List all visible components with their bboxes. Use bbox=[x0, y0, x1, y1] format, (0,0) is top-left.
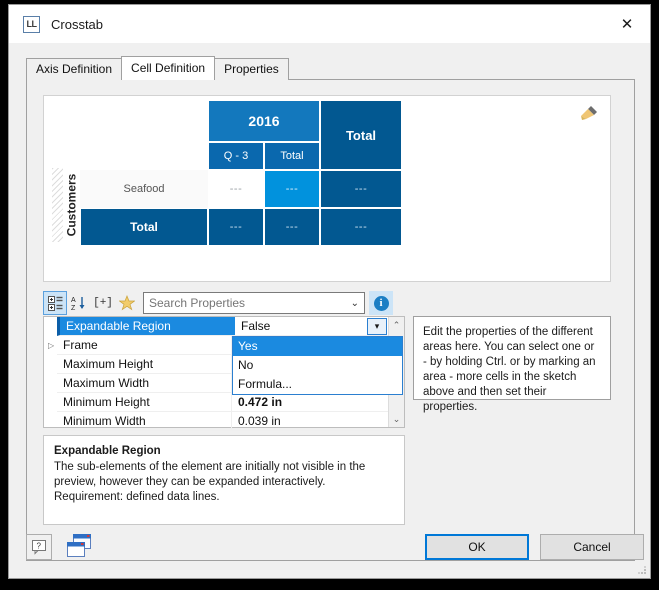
property-name: Frame bbox=[57, 336, 232, 354]
chevron-down-icon[interactable]: ⌄ bbox=[351, 298, 359, 309]
paintbrush-icon[interactable] bbox=[578, 103, 600, 123]
dropdown-option-formula[interactable]: Formula... bbox=[233, 375, 402, 394]
close-icon[interactable]: ✕ bbox=[604, 5, 650, 43]
value-dropdown-list[interactable]: Yes No Formula... bbox=[232, 336, 403, 395]
description-body: The sub-elements of the element are init… bbox=[54, 461, 366, 503]
property-value[interactable]: 0.039 in bbox=[232, 412, 388, 430]
corner-spacer-3 bbox=[52, 142, 80, 170]
star-icon[interactable] bbox=[115, 291, 139, 315]
crosstab-cell-seafood-grandtotal[interactable]: --- bbox=[320, 170, 402, 208]
crosstab-cell-total-grandtotal[interactable]: --- bbox=[320, 208, 402, 246]
crosstab-header-row-2: Q - 3 Total bbox=[52, 142, 402, 170]
corner-spacer-4 bbox=[80, 142, 208, 170]
combo-dropdown-button[interactable]: ▾ bbox=[367, 318, 387, 335]
help-panel: Edit the properties of the different are… bbox=[413, 316, 611, 413]
ok-button[interactable]: OK bbox=[425, 534, 529, 560]
property-row-expandable-region[interactable]: Expandable Region False ▾ bbox=[57, 317, 388, 336]
crosstab-table: 2016 Total Q - 3 Total Seafood --- --- -… bbox=[52, 100, 402, 246]
cancel-button[interactable]: Cancel bbox=[540, 534, 644, 560]
property-row-minimum-height[interactable]: Minimum Height 0.472 in bbox=[57, 393, 388, 412]
crosstab-header-year[interactable]: 2016 bbox=[208, 100, 320, 142]
spacer-under-total bbox=[320, 142, 402, 170]
property-toolbar: A Z [+] ⌄ bbox=[43, 291, 405, 315]
property-name: Expandable Region bbox=[60, 317, 235, 335]
corner-spacer bbox=[52, 100, 80, 142]
chevron-right-icon[interactable]: ▷ bbox=[48, 341, 54, 350]
property-name: Minimum Height bbox=[57, 393, 232, 411]
tab-page-cell-definition: Customers 2016 Total Q - 3 Total Seafood… bbox=[26, 79, 635, 561]
expand-all-button[interactable]: [+] bbox=[91, 291, 115, 315]
crosstab-subheader-q3[interactable]: Q - 3 bbox=[208, 142, 264, 170]
property-value[interactable]: 0.472 in bbox=[232, 393, 388, 411]
svg-text:A: A bbox=[71, 297, 76, 304]
info-button[interactable]: i bbox=[369, 291, 393, 315]
title-bar: LL Crosstab ✕ bbox=[9, 5, 650, 43]
resize-grip[interactable] bbox=[637, 565, 647, 575]
search-properties-box[interactable]: ⌄ bbox=[143, 292, 365, 314]
axis-spacer-2 bbox=[52, 208, 80, 246]
expand-all-label: [+] bbox=[93, 297, 113, 309]
description-title: Expandable Region bbox=[54, 445, 161, 457]
property-grid[interactable]: ▷ Expandable Region False ▾ Frame Maximu… bbox=[43, 316, 405, 431]
cascade-windows-icon[interactable] bbox=[64, 530, 98, 562]
crosstab-preview[interactable]: Customers 2016 Total Q - 3 Total Seafood… bbox=[43, 95, 611, 282]
tab-properties[interactable]: Properties bbox=[214, 58, 289, 80]
property-name: Maximum Width bbox=[57, 374, 232, 392]
crosstab-row-total: Total --- --- --- bbox=[52, 208, 402, 246]
svg-text:?: ? bbox=[37, 542, 42, 551]
crosstab-cell-seafood-total[interactable]: --- bbox=[264, 170, 320, 208]
property-grid-rows: Expandable Region False ▾ Frame Maximum … bbox=[57, 317, 403, 431]
corner-spacer-2 bbox=[80, 100, 208, 142]
question-mark-icon: ? bbox=[32, 540, 46, 555]
property-name: Maximum Height bbox=[57, 355, 232, 373]
svg-text:Z: Z bbox=[71, 305, 76, 311]
description-panel: Expandable Region The sub-elements of th… bbox=[43, 435, 405, 525]
property-value[interactable]: False bbox=[235, 317, 388, 335]
dialog-button-bar: ? OK Cancel bbox=[9, 524, 650, 578]
categorized-view-icon[interactable] bbox=[43, 291, 67, 315]
info-icon: i bbox=[373, 295, 389, 311]
crosstab-rowlabel-total[interactable]: Total bbox=[80, 208, 208, 246]
crosstab-dialog: LL Crosstab ✕ Axis Definition Cell Defin… bbox=[8, 4, 651, 579]
help-button[interactable]: ? bbox=[26, 534, 52, 560]
dropdown-option-yes[interactable]: Yes bbox=[233, 337, 402, 356]
crosstab-cell-total-total[interactable]: --- bbox=[264, 208, 320, 246]
property-row-minimum-width[interactable]: Minimum Width 0.039 in bbox=[57, 412, 388, 431]
tab-strip: Axis Definition Cell Definition Properti… bbox=[26, 56, 289, 80]
window-title: Crosstab bbox=[51, 16, 104, 32]
ll-app-icon: LL bbox=[23, 15, 40, 33]
crosstab-rowlabel-seafood[interactable]: Seafood bbox=[80, 170, 208, 208]
alphabetical-sort-icon[interactable]: A Z bbox=[67, 291, 91, 315]
tab-axis-definition[interactable]: Axis Definition bbox=[26, 58, 123, 80]
axis-spacer-1 bbox=[52, 170, 80, 208]
dialog-client-area: Axis Definition Cell Definition Properti… bbox=[9, 43, 650, 578]
crosstab-cell-seafood-q3[interactable]: --- bbox=[208, 170, 264, 208]
dropdown-option-no[interactable]: No bbox=[233, 356, 402, 375]
grid-indent-column: ▷ bbox=[44, 317, 57, 427]
scroll-up-icon[interactable]: ⌃ bbox=[389, 317, 404, 333]
tab-cell-definition[interactable]: Cell Definition bbox=[121, 56, 216, 80]
crosstab-row-seafood: Seafood --- --- --- bbox=[52, 170, 402, 208]
search-input[interactable] bbox=[144, 295, 349, 311]
property-name: Minimum Width bbox=[57, 412, 232, 430]
crosstab-subheader-total[interactable]: Total bbox=[264, 142, 320, 170]
crosstab-cell-total-q3[interactable]: --- bbox=[208, 208, 264, 246]
scroll-down-icon[interactable]: ⌄ bbox=[389, 411, 404, 427]
